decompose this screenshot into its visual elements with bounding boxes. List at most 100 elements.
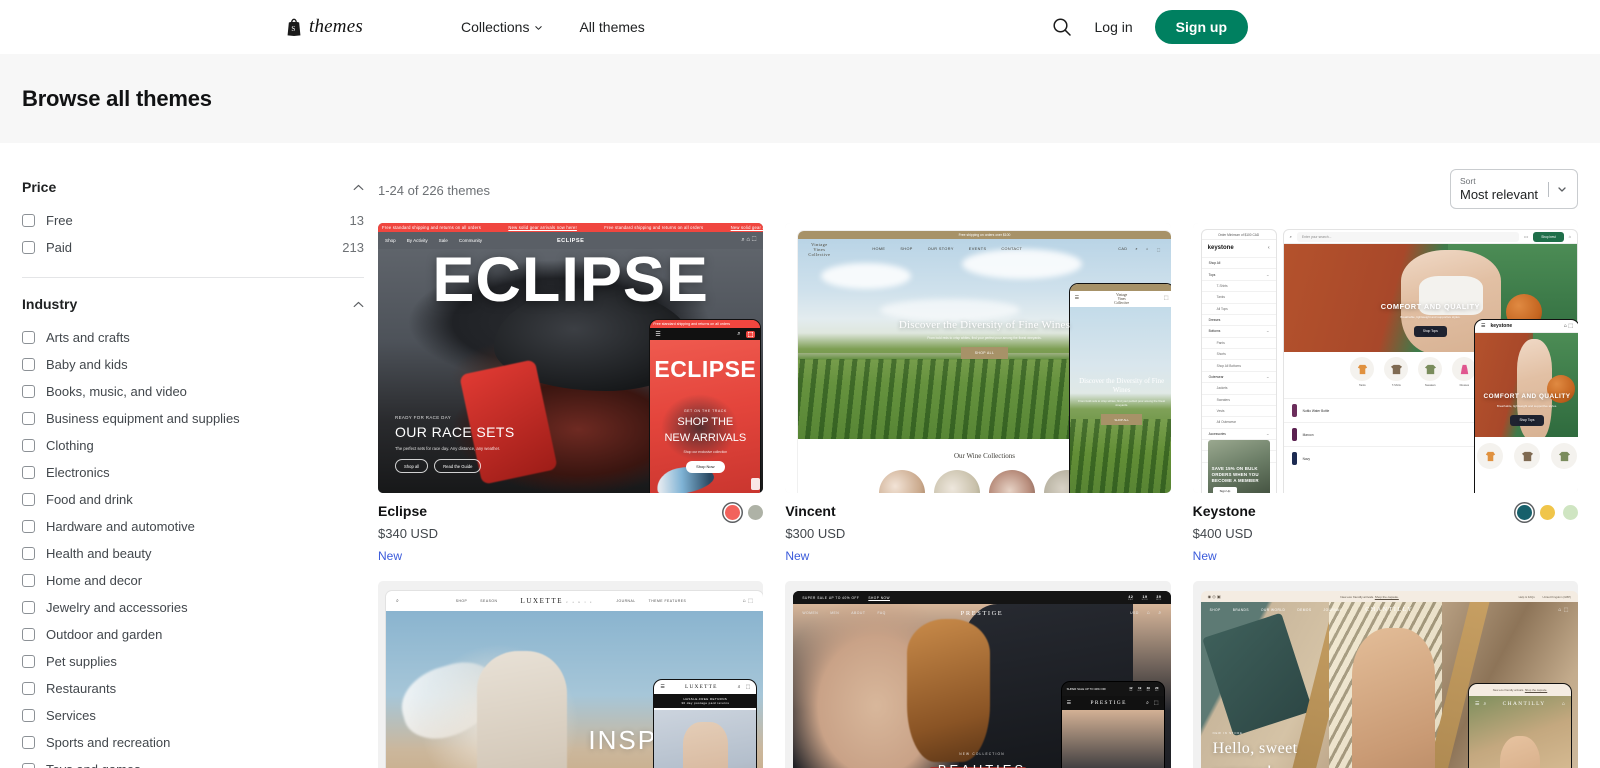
checkbox[interactable] [22, 628, 35, 641]
prestige-countdown-lab: HOU [1141, 598, 1149, 601]
top-navigation-bar: S themes Collections All themes Log in S… [0, 0, 1600, 54]
theme-thumbnail-keystone[interactable]: Order Minimum of $100 CAD keystone ‹ Sho… [1192, 223, 1578, 493]
filter-option-label: Home and decor [46, 573, 143, 588]
checkbox[interactable] [22, 655, 35, 668]
theme-thumbnail-eclipse[interactable]: Free standard shipping and returns on al… [378, 223, 764, 493]
checkbox[interactable] [22, 241, 35, 254]
sort-select[interactable]: Sort Most relevant [1450, 169, 1578, 209]
luxette-notice-line-2: 30 day postage paid returns [681, 701, 730, 705]
theme-thumbnail-luxette[interactable]: ⌕ SHOP SEASON LUXETTE P A R I S JOURNAL … [378, 581, 764, 768]
eclipse-announcement-b2: New solid gear arrivals now here! [730, 225, 764, 230]
filter-option-food-and-drink[interactable]: Food and drink [22, 486, 378, 513]
checkbox[interactable] [22, 412, 35, 425]
filter-option-home-and-decor[interactable]: Home and decor [22, 567, 378, 594]
eclipse-announcement-a2: Free standard shipping and returns on al… [604, 225, 704, 230]
theme-name[interactable]: Vincent [785, 503, 845, 519]
filter-option-label: Books, music, and video [46, 384, 187, 399]
nav-link-all-themes[interactable]: All themes [579, 19, 644, 35]
checkbox[interactable] [22, 214, 35, 227]
theme-name[interactable]: Keystone [1193, 503, 1256, 519]
theme-card-chantilly[interactable]: ◉ ◎ ▣ New eco friendly arrivals. Shop th… [1192, 581, 1578, 768]
filter-option-health-and-beauty[interactable]: Health and beauty [22, 540, 378, 567]
theme-meta-vincent: Vincent $300 USD New [785, 493, 1170, 563]
color-swatch[interactable] [1517, 505, 1532, 520]
filter-option-outdoor-and-garden[interactable]: Outdoor and garden [22, 621, 378, 648]
theme-name[interactable]: Eclipse [378, 503, 438, 519]
themes-logo[interactable]: S themes [286, 16, 363, 38]
theme-badge-new[interactable]: New [785, 549, 845, 563]
checkbox[interactable] [22, 331, 35, 344]
hamburger-icon: ☰ [1074, 295, 1080, 301]
checkbox[interactable] [22, 709, 35, 722]
checkbox[interactable] [22, 574, 35, 587]
prestige-mobile-mockup: SUPER SALE UP TO 40% OFF 42 DAY 19 HOU 3… [1060, 681, 1165, 768]
filter-option-business-equipment-and-supplies[interactable]: Business equipment and supplies [22, 405, 378, 432]
checkbox[interactable] [22, 736, 35, 749]
filter-option-electronics[interactable]: Electronics [22, 459, 378, 486]
eclipse-mobile-announcement: Free standard shipping and returns on al… [650, 320, 761, 328]
signup-button[interactable]: Sign up [1154, 10, 1248, 44]
search-icon[interactable] [1051, 16, 1073, 38]
keystone-promo-image: SAVE 15% ON BULK ORDERS WHEN YOU BECOME … [1207, 440, 1270, 493]
keystone-panel-announcement: Order Minimum of $100 CAD [1201, 230, 1276, 240]
filter-option-clothing[interactable]: Clothing [22, 432, 378, 459]
theme-card-eclipse[interactable]: Free standard shipping and returns on al… [378, 223, 764, 563]
chevron-left-icon: ‹ [1267, 245, 1270, 251]
color-swatch[interactable] [1540, 505, 1555, 520]
theme-card-luxette[interactable]: ⌕ SHOP SEASON LUXETTE P A R I S JOURNAL … [378, 581, 764, 768]
vincent-store-logo: Vintage Vines Collective [808, 242, 830, 257]
theme-thumbnail-prestige[interactable]: NEW COLLECTION BEAUTIES WOMEN MEN SUPER … [785, 581, 1171, 768]
theme-thumbnail-chantilly[interactable]: ◉ ◎ ▣ New eco friendly arrivals. Shop th… [1192, 581, 1578, 768]
prestige-store-logo: PRESTIGE [960, 609, 1004, 617]
filter-group-header-price[interactable]: Price [22, 175, 378, 207]
vincent-cloud [880, 299, 1021, 321]
filter-option-free[interactable]: Free 13 [22, 207, 378, 234]
filter-option-toys-and-games[interactable]: Toys and games [22, 756, 378, 768]
theme-thumbnail-vincent[interactable]: Free shipping on orders over $100 Vintag… [785, 223, 1171, 493]
filter-option-hardware-and-automotive[interactable]: Hardware and automotive [22, 513, 378, 540]
checkbox[interactable] [22, 493, 35, 506]
filter-option-sports-and-recreation[interactable]: Sports and recreation [22, 729, 378, 756]
filter-option-services[interactable]: Services [22, 702, 378, 729]
eclipse-wordmark: ECLIPSE [432, 245, 709, 315]
color-swatch[interactable] [1563, 505, 1578, 520]
filter-option-restaurants[interactable]: Restaurants [22, 675, 378, 702]
filter-option-jewelry-and-accessories[interactable]: Jewelry and accessories [22, 594, 378, 621]
color-swatch[interactable] [748, 505, 764, 520]
checkbox[interactable] [22, 682, 35, 695]
filter-option-arts-and-crafts[interactable]: Arts and crafts [22, 324, 378, 351]
color-swatch[interactable] [725, 505, 741, 520]
theme-badge-new[interactable]: New [378, 549, 438, 563]
search-icon: ⌕ [737, 684, 741, 690]
filter-option-baby-and-kids[interactable]: Baby and kids [22, 351, 378, 378]
filter-option-paid[interactable]: Paid 213 [22, 234, 378, 261]
filter-group-header-industry[interactable]: Industry [22, 292, 378, 324]
checkbox[interactable] [22, 466, 35, 479]
vincent-mobile-announcement [1069, 284, 1171, 291]
checkbox[interactable] [22, 439, 35, 452]
filter-option-books-music-and-video[interactable]: Books, music, and video [22, 378, 378, 405]
nav-link-collections[interactable]: Collections [461, 19, 543, 35]
checkbox[interactable] [22, 763, 35, 768]
luxette-menu-theme-features: THEME FEATURES [648, 599, 687, 603]
sort-select-value: Most relevant [1460, 187, 1539, 203]
keystone-category-label: T-Shirts [1391, 384, 1401, 387]
theme-card-prestige[interactable]: NEW COLLECTION BEAUTIES WOMEN MEN SUPER … [785, 581, 1171, 768]
luxette-mobile-figure [682, 722, 728, 768]
keystone-mobile-category-circle [1551, 443, 1577, 469]
theme-meta-keystone: Keystone $400 USD New [1193, 493, 1578, 563]
checkbox[interactable] [22, 358, 35, 371]
chantilly-nav-icons: ⌂ ⬚ [1558, 607, 1569, 613]
theme-card-vincent[interactable]: Free shipping on orders over $100 Vintag… [785, 223, 1171, 563]
chantilly-menu-shop: SHOP [1209, 608, 1221, 612]
checkbox[interactable] [22, 601, 35, 614]
checkbox[interactable] [22, 547, 35, 560]
filter-option-label: Business equipment and supplies [46, 411, 240, 426]
checkbox[interactable] [22, 520, 35, 533]
login-link[interactable]: Log in [1095, 19, 1133, 35]
checkbox[interactable] [22, 385, 35, 398]
theme-card-keystone[interactable]: Order Minimum of $100 CAD keystone ‹ Sho… [1192, 223, 1578, 563]
theme-badge-new[interactable]: New [1193, 549, 1256, 563]
filter-option-pet-supplies[interactable]: Pet supplies [22, 648, 378, 675]
keystone-nav-item: Pants [1201, 336, 1276, 348]
